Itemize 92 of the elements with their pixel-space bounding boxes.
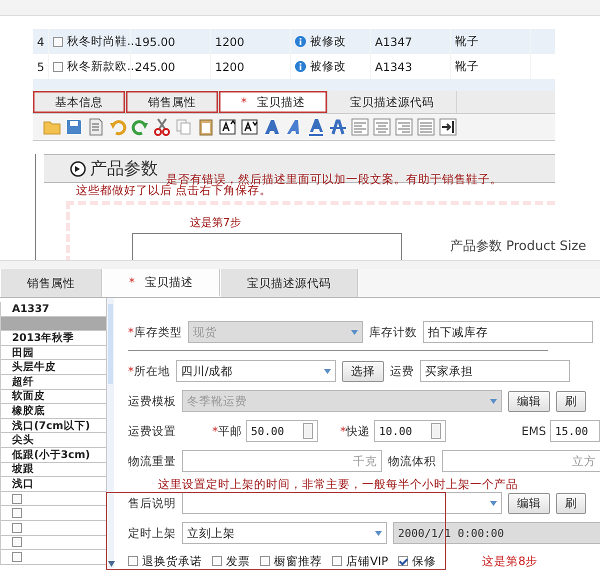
checkbox[interactable]: [332, 556, 342, 566]
schedule-dropdown[interactable]: 立刻上架: [182, 522, 387, 544]
attribute-row[interactable]: [0, 536, 106, 550]
checkbox[interactable]: [12, 552, 22, 562]
checkbox-label[interactable]: 店铺VIP: [346, 554, 388, 568]
edit-button[interactable]: 刷: [556, 492, 586, 514]
scrollbar[interactable]: [106, 298, 114, 570]
attribute-row[interactable]: [0, 492, 106, 506]
price-field[interactable]: 50.00: [246, 420, 318, 442]
checkbox[interactable]: [260, 556, 270, 566]
tab[interactable]: 宝贝描述源代码: [220, 269, 358, 297]
freight-field[interactable]: 买家承担: [420, 360, 570, 382]
info-icon: [295, 36, 306, 47]
checkbox[interactable]: [12, 522, 22, 533]
price-field[interactable]: 10.00: [374, 420, 446, 442]
strikethrough-letter-icon[interactable]: [329, 118, 347, 136]
table-cell: 靴子: [451, 29, 531, 54]
dropdown-arrow-icon[interactable]: [324, 368, 331, 374]
arrow-circle-icon: [70, 160, 86, 176]
field-label: *库存类型: [128, 324, 182, 340]
justify-icon[interactable]: [417, 118, 435, 136]
spinner-icon[interactable]: [303, 423, 313, 439]
checkbox[interactable]: [212, 556, 222, 566]
field-label: 运费设置: [128, 424, 177, 438]
checkbox-label[interactable]: 保修: [412, 554, 436, 568]
field-label: 物流体积: [388, 454, 436, 468]
bold-letter-icon[interactable]: [263, 118, 281, 136]
section-heading: 产品参数: [90, 158, 158, 180]
tab[interactable]: 销售属性: [126, 91, 219, 113]
field-label: 库存计数: [368, 324, 417, 340]
table-cell: 被修改: [310, 34, 346, 49]
checkbox[interactable]: [53, 36, 63, 46]
checkbox[interactable]: [12, 508, 22, 518]
checkbox-label[interactable]: 退换货承诺: [142, 554, 202, 568]
align-right-icon[interactable]: [395, 118, 413, 136]
tab[interactable]: * 宝贝描述: [102, 269, 220, 297]
field-label: 售后说明: [128, 496, 176, 510]
dropdown-arrow-icon[interactable]: [375, 530, 382, 536]
attribute-row[interactable]: [0, 316, 106, 332]
edit-button[interactable]: 编辑: [508, 492, 550, 514]
tab[interactable]: 销售属性: [0, 269, 102, 297]
checkbox[interactable]: [12, 494, 22, 504]
step-label: 这是第8步: [482, 554, 538, 568]
location-dropdown[interactable]: 四川/成都: [176, 360, 336, 382]
price-field[interactable]: 15.00: [550, 420, 600, 442]
scissors-icon[interactable]: [153, 118, 171, 136]
select-button[interactable]: 选择: [342, 360, 384, 382]
annotation-note: 是否有错误，然后描述里面可以加一段文案。有助于销售鞋子。: [166, 174, 502, 185]
checkbox[interactable]: [53, 62, 63, 72]
tab[interactable]: * 宝贝描述: [219, 91, 328, 113]
copy-icon[interactable]: [175, 118, 193, 136]
info-icon: [295, 61, 306, 72]
field-label: *所在地: [128, 364, 170, 378]
font-grow-icon[interactable]: [219, 118, 237, 136]
stock-count-field[interactable]: 拍下减库存: [422, 321, 593, 343]
field-label: 定时上架: [128, 526, 176, 540]
step-label: 这是第7步: [190, 215, 241, 230]
checkbox-label[interactable]: 橱窗推荐: [274, 554, 322, 568]
underline-letter-icon[interactable]: [307, 118, 325, 136]
attribute-row[interactable]: [0, 550, 106, 565]
table-cell: A1347: [371, 29, 451, 54]
table-cell: 被修改: [310, 59, 346, 74]
annotation-note: 这里设置定时上架的时间，非常主要，一般每半个小时上架一个产品: [157, 477, 519, 491]
document-icon[interactable]: [87, 118, 105, 136]
field-label: *平邮: [212, 424, 242, 438]
clipboard-icon[interactable]: [197, 118, 215, 136]
after-sale-dropdown[interactable]: [182, 492, 502, 514]
section-title: 产品参数 Product Size: [450, 238, 586, 255]
align-center-icon[interactable]: [373, 118, 391, 136]
field-label: 运费模板: [128, 394, 176, 408]
field-label: EMS: [520, 424, 546, 438]
insert-icon[interactable]: [439, 118, 457, 136]
checkbox-label[interactable]: 发票: [226, 554, 250, 568]
checkbox[interactable]: [128, 556, 138, 566]
field-label: 运费: [390, 364, 414, 378]
field-label: 物流重量: [128, 454, 176, 468]
checkbox[interactable]: [398, 556, 408, 566]
attribute-row[interactable]: [0, 520, 106, 536]
spinner-icon[interactable]: [431, 423, 441, 439]
align-left-icon[interactable]: [351, 118, 369, 136]
font-shrink-icon[interactable]: [241, 118, 259, 136]
field-label: *快递: [340, 424, 370, 438]
attribute-row[interactable]: [0, 506, 106, 521]
checkbox[interactable]: [12, 537, 22, 548]
row-number: 4: [33, 29, 49, 54]
dropdown-arrow-icon[interactable]: [490, 500, 497, 506]
annotation-note: 这些都做好了以后 点击右下角保存。: [76, 185, 272, 196]
table-cell: 1200: [211, 29, 291, 54]
scroll-down-icon[interactable]: [108, 561, 116, 567]
tab[interactable]: 基本信息: [33, 91, 126, 113]
redo-icon[interactable]: [131, 118, 149, 136]
save-icon[interactable]: [65, 118, 83, 136]
